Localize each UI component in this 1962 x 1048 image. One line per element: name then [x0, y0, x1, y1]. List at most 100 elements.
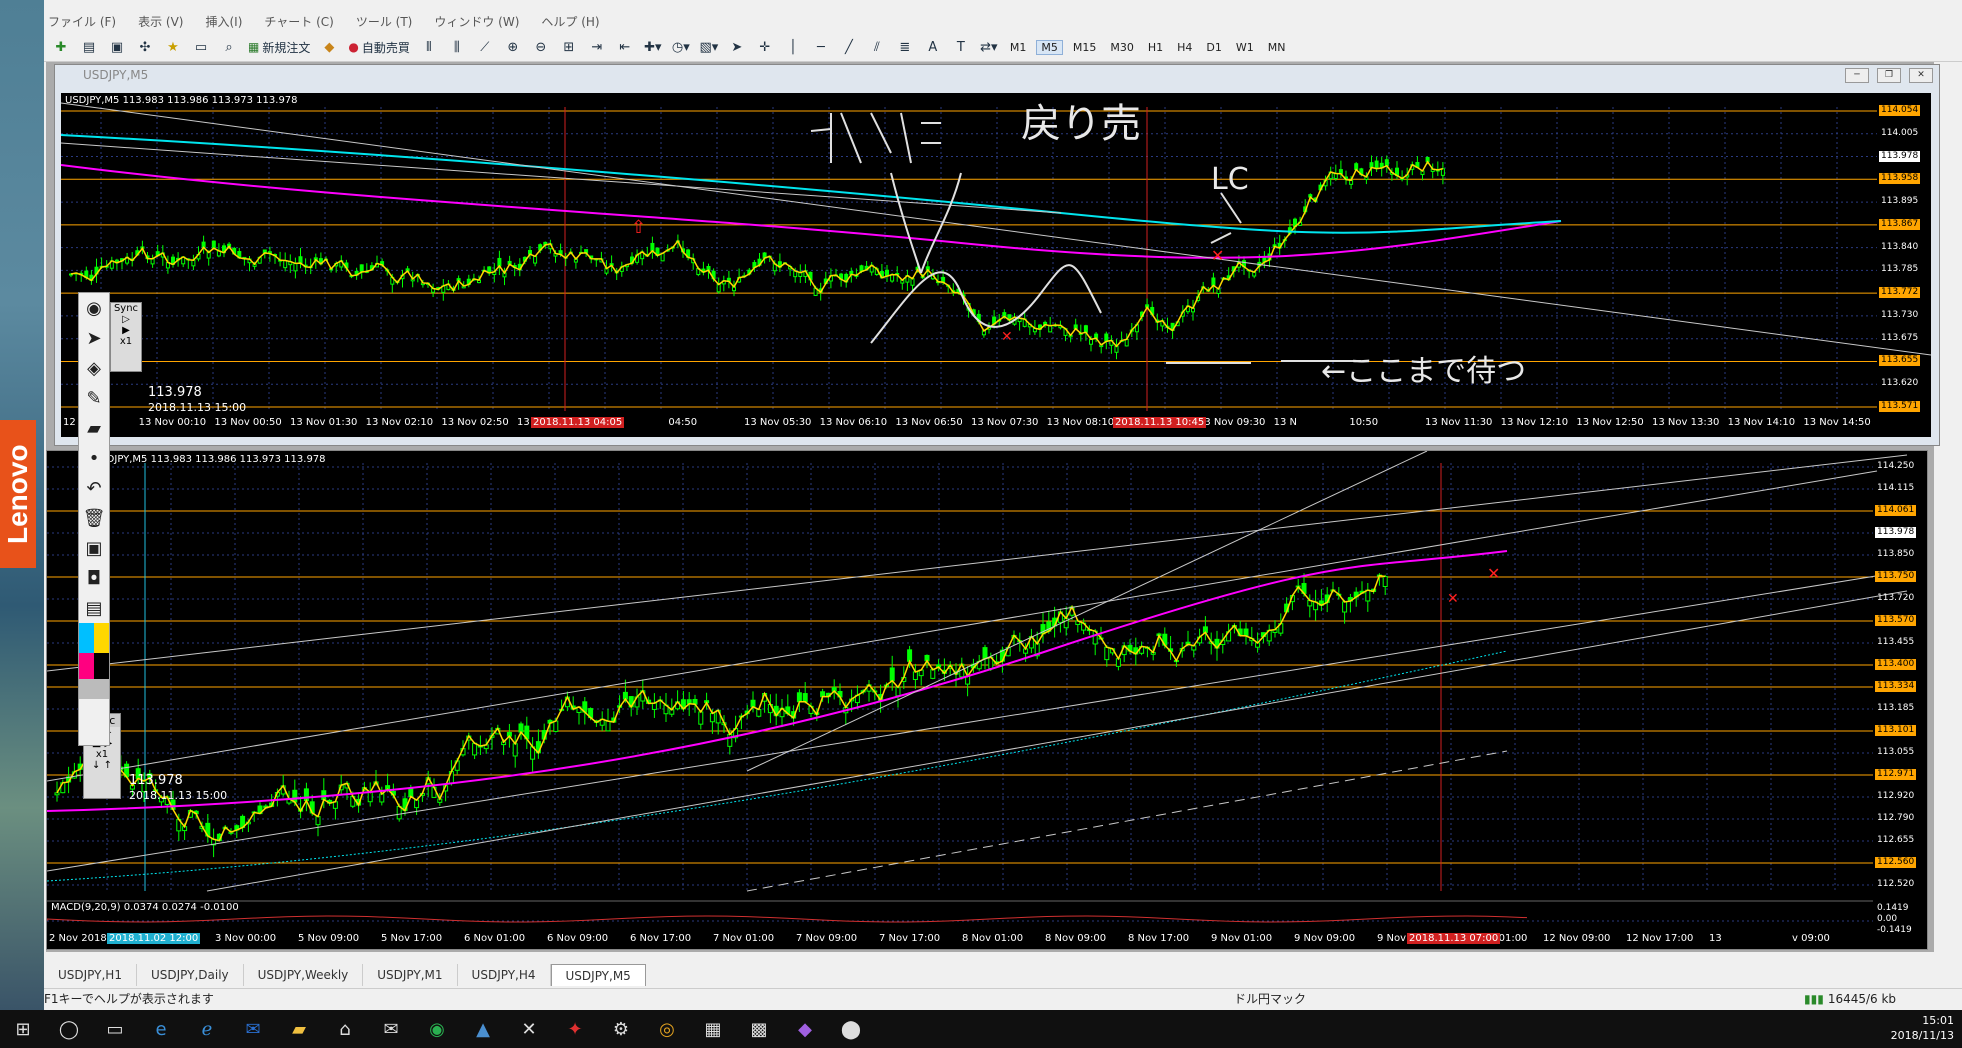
- tab-usdjpy-daily[interactable]: USDJPY,Daily: [137, 964, 244, 986]
- tf-m5[interactable]: M5: [1036, 39, 1063, 55]
- menu-tools[interactable]: ツール (T): [356, 12, 413, 32]
- dot-icon[interactable]: •: [79, 443, 109, 473]
- text-label-icon[interactable]: T: [950, 36, 972, 58]
- terminal-icon[interactable]: ▭: [190, 36, 212, 58]
- tile-windows-icon[interactable]: ⊞: [558, 36, 580, 58]
- app-icon-2[interactable]: ▩: [736, 1010, 782, 1048]
- horizontal-line-icon[interactable]: ─: [810, 36, 832, 58]
- metaeditor-icon[interactable]: ◆: [318, 36, 340, 58]
- top-chart[interactable]: 戻り売 LC ←ここまで待つ ✕ ✕ ⇧ USDJPY,M5 113.983 113.98…: [61, 93, 1931, 437]
- tab-usdjpy-m5[interactable]: USDJPY,M5: [550, 964, 646, 986]
- eraser-icon[interactable]: ▰: [79, 413, 109, 443]
- tf-m15[interactable]: M15: [1069, 41, 1101, 54]
- fibonacci-icon[interactable]: ≣: [894, 36, 916, 58]
- navigator-icon[interactable]: ✣: [134, 36, 156, 58]
- edge-icon[interactable]: e: [138, 1010, 184, 1048]
- color-palette-icon-2[interactable]: [79, 653, 109, 679]
- new-chart-icon[interactable]: ✚: [50, 36, 72, 58]
- tab-usdjpy-h1[interactable]: USDJPY,H1: [44, 964, 137, 986]
- zoom-in-icon[interactable]: ⊕: [502, 36, 524, 58]
- chart-window-bottom[interactable]: ✕ ✕ USDJPY,M5 113.983 113.986 113.973 113…: [46, 450, 1928, 950]
- cursor-icon[interactable]: ➤: [726, 36, 748, 58]
- tf-m1[interactable]: M1: [1006, 41, 1031, 54]
- market-watch-icon[interactable]: ▣: [106, 36, 128, 58]
- top-play-icon[interactable]: ▶: [111, 325, 141, 336]
- gear-app-icon[interactable]: ⚙: [598, 1010, 644, 1048]
- folder-icon[interactable]: ▰: [276, 1010, 322, 1048]
- top-step-icon[interactable]: ▷: [111, 314, 141, 325]
- templates-icon[interactable]: ▧▾: [698, 36, 720, 58]
- menu-help[interactable]: ヘルプ (H): [541, 12, 599, 32]
- clipboard-icon[interactable]: ▤: [79, 593, 109, 623]
- close-icon[interactable]: ✕: [1909, 68, 1933, 83]
- task-view-icon[interactable]: ▭: [92, 1010, 138, 1048]
- vertical-line-icon[interactable]: │: [782, 36, 804, 58]
- menu-insert[interactable]: 挿入(I): [205, 12, 242, 32]
- menu-view[interactable]: 表示 (V): [138, 12, 183, 32]
- tf-h4[interactable]: H4: [1173, 41, 1196, 54]
- xm-icon[interactable]: ✕: [506, 1010, 552, 1048]
- channel-icon[interactable]: ⫽: [866, 36, 888, 58]
- favorites-icon[interactable]: ★: [162, 36, 184, 58]
- bottom-speed-label[interactable]: x1: [84, 749, 120, 760]
- tf-mn[interactable]: MN: [1264, 41, 1290, 54]
- top-sync-button[interactable]: Sync: [111, 303, 141, 314]
- bottom-chart-canvas[interactable]: ✕✕: [47, 451, 1927, 949]
- tf-w1[interactable]: W1: [1232, 41, 1258, 54]
- undo-icon[interactable]: ↶: [79, 473, 109, 503]
- profiles-icon[interactable]: ▤: [78, 36, 100, 58]
- crosshair-icon[interactable]: ✛: [754, 36, 776, 58]
- menu-file[interactable]: ファイル (F): [48, 12, 116, 32]
- balloon-icon[interactable]: ◆: [782, 1010, 828, 1048]
- outlook-icon[interactable]: ✉: [230, 1010, 276, 1048]
- chrome-icon[interactable]: ◎: [644, 1010, 690, 1048]
- ie-icon[interactable]: ℯ: [184, 1010, 230, 1048]
- green-app-icon[interactable]: ◉: [414, 1010, 460, 1048]
- store-icon[interactable]: ⌂: [322, 1010, 368, 1048]
- candle-chart-icon[interactable]: ⫼: [446, 36, 468, 58]
- pen-icon[interactable]: ✎: [79, 383, 109, 413]
- chart-window-top[interactable]: USDJPY,M5 ─ ❐ ✕ 戻り売 LC ←ここまで待つ ✕ ✕ ⇧ USDJPY,M…: [54, 64, 1940, 446]
- tab-usdjpy-h4[interactable]: USDJPY,H4: [458, 964, 551, 986]
- tab-usdjpy-weekly[interactable]: USDJPY,Weekly: [244, 964, 364, 986]
- autoscroll-icon[interactable]: ⇥: [586, 36, 608, 58]
- mail-icon[interactable]: ✉: [368, 1010, 414, 1048]
- search-icon[interactable]: ◯: [46, 1010, 92, 1048]
- line-chart-icon[interactable]: ⟋: [474, 36, 496, 58]
- periods-icon[interactable]: ◷▾: [670, 36, 692, 58]
- trash-icon[interactable]: 🗑: [79, 503, 109, 533]
- top-chart-canvas[interactable]: 戻り売 LC ←ここまで待つ ✕ ✕ ⇧: [61, 93, 1931, 437]
- mt4-taskbar-icon[interactable]: ⬤: [828, 1010, 874, 1048]
- toolbar-grip-icon[interactable]: [79, 679, 109, 699]
- text-icon[interactable]: A: [922, 36, 944, 58]
- zoom-out-icon[interactable]: ⊖: [530, 36, 552, 58]
- arrows-icon[interactable]: ⇄▾: [978, 36, 1000, 58]
- new-order-button[interactable]: ▦ 新規注文: [246, 36, 312, 58]
- top-speed-label[interactable]: x1: [111, 336, 141, 347]
- triangle-app-icon[interactable]: ▲: [460, 1010, 506, 1048]
- select-arrow-icon[interactable]: ➤: [79, 323, 109, 353]
- indicators-icon[interactable]: ✚▾: [642, 36, 664, 58]
- bottom-updown-icon[interactable]: ↓ ↑: [84, 760, 120, 771]
- restore-icon[interactable]: ❐: [1877, 68, 1901, 83]
- tab-usdjpy-m1[interactable]: USDJPY,M1: [363, 964, 458, 986]
- chart-shift-icon[interactable]: ⇤: [614, 36, 636, 58]
- color-palette-icon[interactable]: [79, 623, 109, 653]
- trendline-icon[interactable]: ╱: [838, 36, 860, 58]
- camera-icon[interactable]: ◘: [79, 563, 109, 593]
- minimize-icon[interactable]: ─: [1845, 68, 1869, 83]
- tag-icon[interactable]: ◈: [79, 353, 109, 383]
- fx-icon[interactable]: ✦: [552, 1010, 598, 1048]
- screen-capture-icon[interactable]: ▣: [79, 533, 109, 563]
- tf-m30[interactable]: M30: [1106, 41, 1138, 54]
- windows-start-icon[interactable]: ⊞: [0, 1010, 46, 1048]
- auto-trade-button[interactable]: ● 自動売買: [346, 36, 412, 58]
- tester-icon[interactable]: ⌕: [218, 36, 240, 58]
- tf-d1[interactable]: D1: [1202, 41, 1225, 54]
- tf-h1[interactable]: H1: [1144, 41, 1167, 54]
- bar-chart-icon[interactable]: ⫴: [418, 36, 440, 58]
- eye-icon[interactable]: ◉: [79, 293, 109, 323]
- app-icon-1[interactable]: ▦: [690, 1010, 736, 1048]
- menu-window[interactable]: ウィンドウ (W): [434, 12, 519, 32]
- menu-chart[interactable]: チャート (C): [264, 12, 333, 32]
